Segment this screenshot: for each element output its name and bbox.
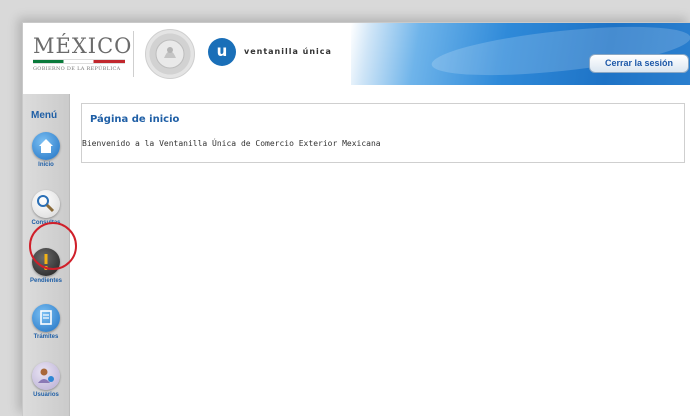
header: MÉXICO GOBIERNO DE LA REPÚBLICA u ventan… xyxy=(23,23,690,85)
national-seal-icon xyxy=(145,29,195,79)
sidebar-item-label: Trámites xyxy=(33,334,59,340)
sidebar-item-tramites[interactable]: Trámites xyxy=(23,304,69,340)
flag-stripe xyxy=(33,59,125,64)
sidebar-item-inicio[interactable]: Inicio xyxy=(23,132,69,168)
sidebar-item-label: Inicio xyxy=(38,162,54,168)
app-window: MÉXICO GOBIERNO DE LA REPÚBLICA u ventan… xyxy=(22,22,690,416)
sidebar-item-consultas[interactable]: Consultas xyxy=(23,190,69,226)
home-icon xyxy=(32,132,60,160)
brand-sub: GOBIERNO DE LA REPÚBLICA xyxy=(33,66,121,72)
welcome-message: Bienvenido a la Ventanilla Única de Come… xyxy=(82,139,381,148)
main-content-panel: Página de inicio Bienvenido a la Ventani… xyxy=(81,103,685,163)
sidebar-item-usuarios[interactable]: Usuarios xyxy=(23,362,69,398)
logout-button[interactable]: Cerrar la sesión xyxy=(589,54,689,73)
mexico-logo: MÉXICO GOBIERNO DE LA REPÚBLICA xyxy=(33,35,132,72)
sidebar-item-label: Pendientes xyxy=(29,278,62,284)
header-divider xyxy=(133,31,134,77)
vu-name: ventanilla única xyxy=(244,47,332,56)
brand-main: MÉXICO xyxy=(33,34,133,58)
vu-logo-icon: u xyxy=(208,38,236,66)
sidebar-item-label: Usuarios xyxy=(33,392,59,398)
document-icon xyxy=(32,304,60,332)
menu-title: Menú xyxy=(31,110,58,121)
users-icon xyxy=(32,362,60,390)
highlight-circle xyxy=(29,222,77,270)
page-title: Página de inicio xyxy=(90,114,180,125)
search-icon xyxy=(32,190,60,218)
